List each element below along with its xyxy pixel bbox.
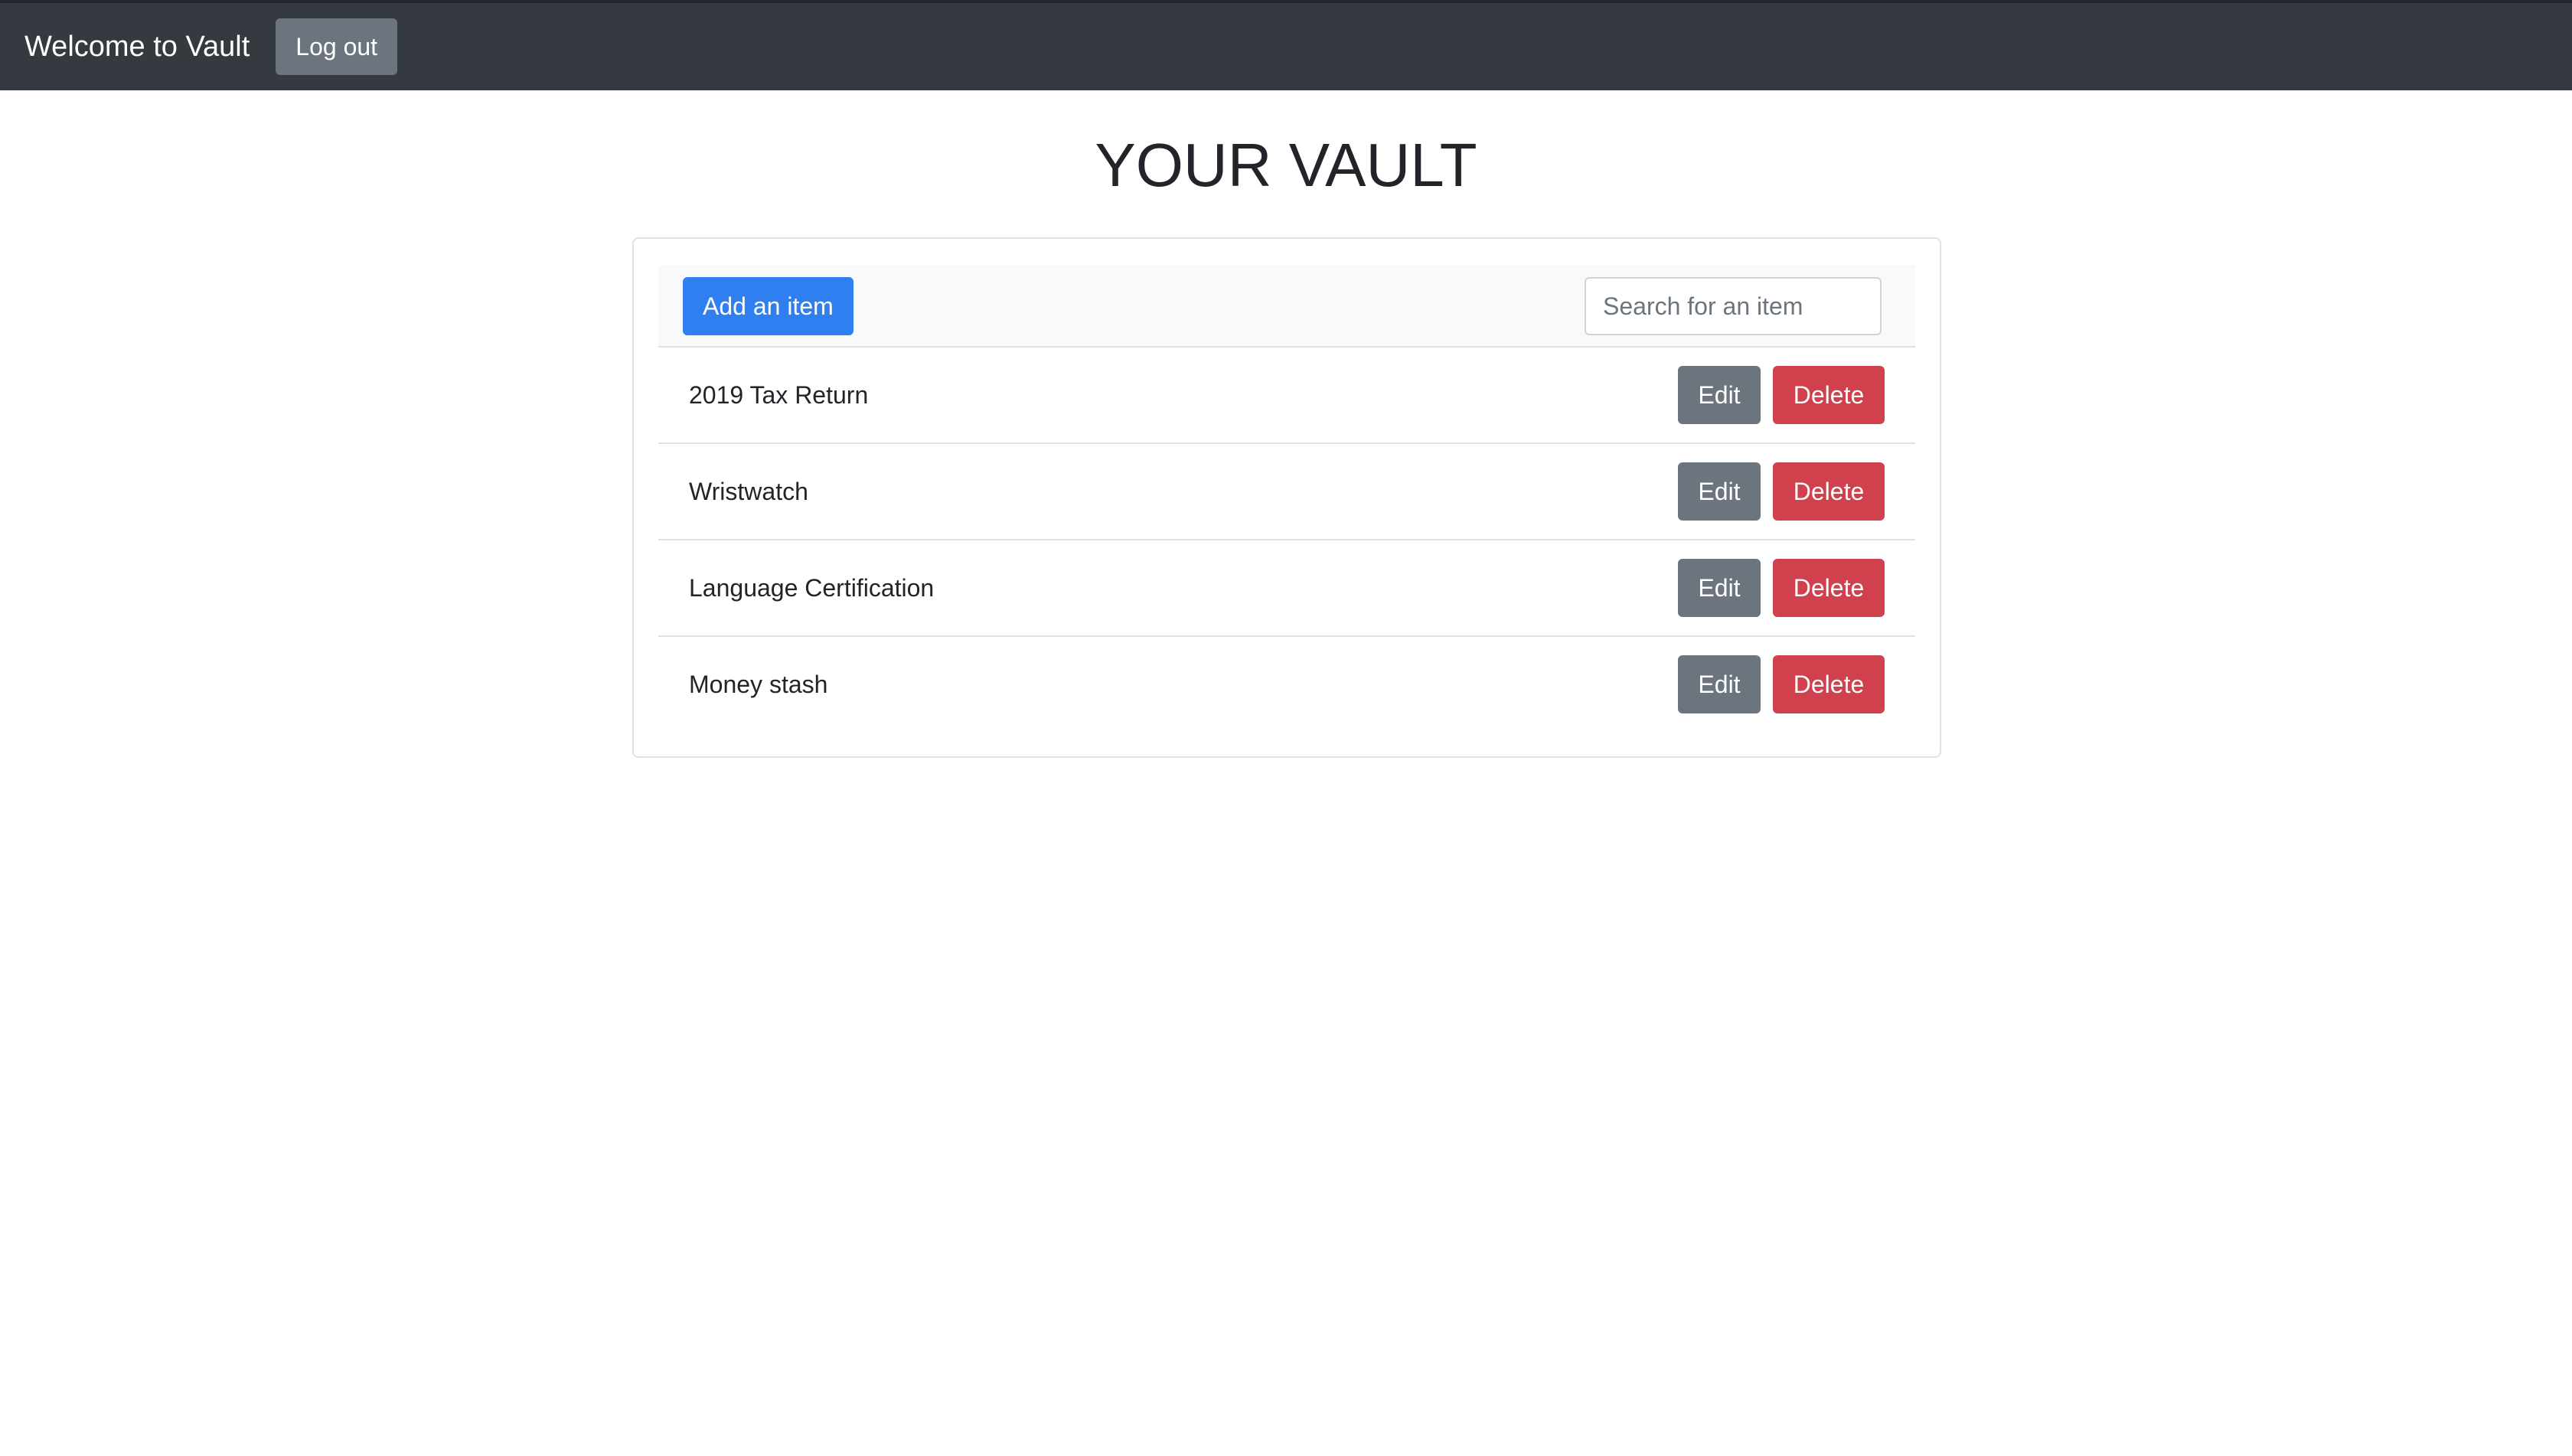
edit-button[interactable]: Edit	[1678, 366, 1761, 424]
item-label: 2019 Tax Return	[689, 381, 869, 409]
logout-button[interactable]: Log out	[276, 18, 398, 75]
edit-button[interactable]: Edit	[1678, 559, 1761, 617]
navbar-brand: Welcome to Vault	[24, 31, 250, 63]
delete-button[interactable]: Delete	[1773, 462, 1885, 521]
edit-button[interactable]: Edit	[1678, 655, 1761, 713]
item-list: 2019 Tax Return Edit Delete Wristwatch E…	[658, 348, 1915, 733]
list-item: Money stash Edit Delete	[658, 637, 1915, 733]
item-label: Wristwatch	[689, 478, 808, 505]
delete-button[interactable]: Delete	[1773, 655, 1885, 713]
vault-toolbar: Add an item	[658, 265, 1915, 348]
list-item: 2019 Tax Return Edit Delete	[658, 348, 1915, 444]
page-title: YOUR VAULT	[1095, 131, 1477, 199]
list-item: Language Certification Edit Delete	[658, 540, 1915, 637]
delete-button[interactable]: Delete	[1773, 366, 1885, 424]
item-label: Language Certification	[689, 574, 935, 602]
delete-button[interactable]: Delete	[1773, 559, 1885, 617]
item-label: Money stash	[689, 671, 828, 698]
search-input[interactable]	[1585, 277, 1882, 335]
edit-button[interactable]: Edit	[1678, 462, 1761, 521]
vault-card: Add an item 2019 Tax Return Edit Delete …	[632, 237, 1941, 758]
top-navbar: Welcome to Vault Log out	[0, 0, 2572, 90]
list-item: Wristwatch Edit Delete	[658, 444, 1915, 540]
add-item-button[interactable]: Add an item	[683, 277, 854, 335]
